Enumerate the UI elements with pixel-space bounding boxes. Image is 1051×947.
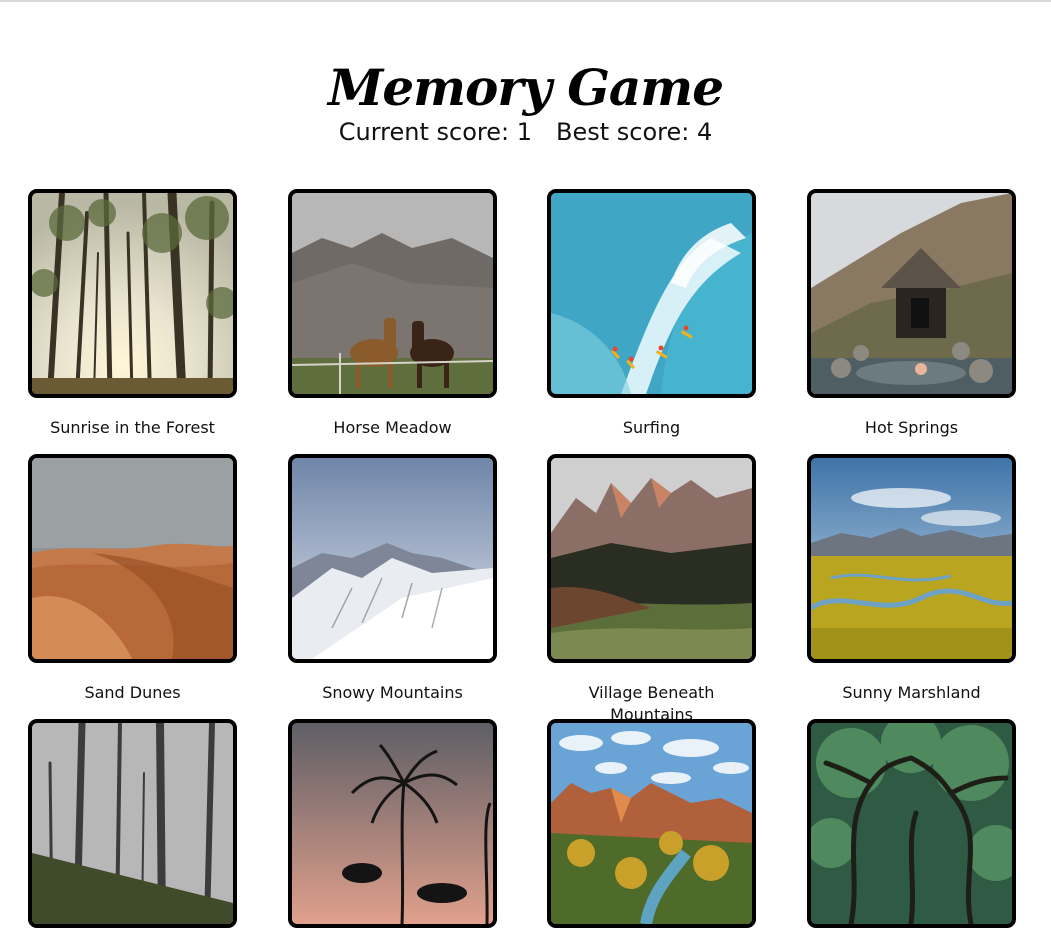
card-label: Sunrise in the Forest <box>50 418 215 437</box>
card-image-frame <box>807 189 1016 398</box>
card-tree-canopy[interactable] <box>807 719 1016 947</box>
forest-sunrise-image <box>32 193 233 394</box>
palm-sunset-image <box>292 723 493 924</box>
card-image-frame <box>288 719 497 928</box>
village-mountains-image <box>551 458 752 659</box>
surfing-image <box>551 193 752 394</box>
card-label: Sunny Marshland <box>842 683 981 702</box>
card-image-frame <box>547 719 756 928</box>
sand-dunes-image <box>32 458 233 659</box>
top-divider <box>0 0 1051 2</box>
card-image-frame <box>547 189 756 398</box>
card-image-frame <box>547 454 756 663</box>
card-image-frame <box>28 189 237 398</box>
card-sunny-marshland[interactable]: Sunny Marshland <box>807 454 1016 704</box>
current-score: Current score: 1 <box>338 118 532 146</box>
tree-canopy-image <box>811 723 1012 924</box>
card-surfing[interactable]: Surfing <box>547 189 756 439</box>
card-image-frame <box>807 454 1016 663</box>
card-sand-dunes[interactable]: Sand Dunes <box>28 454 237 704</box>
card-image-frame <box>288 189 497 398</box>
marshland-image <box>811 458 1012 659</box>
card-image-frame <box>28 454 237 663</box>
card-label: Surfing <box>622 418 681 437</box>
card-image-frame <box>288 454 497 663</box>
card-label: Sand Dunes <box>84 683 181 702</box>
card-misty-forest[interactable] <box>28 719 237 947</box>
card-village-mountains[interactable]: Village Beneath Mountains <box>547 454 756 726</box>
horse-meadow-image <box>292 193 493 394</box>
card-label: Hot Springs <box>864 418 959 437</box>
scoreboard: Current score: 1 Best score: 4 <box>0 114 1051 150</box>
card-label: Horse Meadow <box>333 418 452 437</box>
misty-forest-image <box>32 723 233 924</box>
card-sunrise-forest[interactable]: Sunrise in the Forest <box>28 189 237 439</box>
card-horse-meadow[interactable]: Horse Meadow <box>288 189 497 439</box>
card-palm-sunset[interactable] <box>288 719 497 947</box>
card-canyon-river[interactable] <box>547 719 756 947</box>
card-label: Snowy Mountains <box>322 683 463 702</box>
card-hot-springs[interactable]: Hot Springs <box>807 189 1016 439</box>
snowy-mountains-image <box>292 458 493 659</box>
card-image-frame <box>28 719 237 928</box>
best-score: Best score: 4 <box>556 118 713 146</box>
card-snowy-mountains[interactable]: Snowy Mountains <box>288 454 497 704</box>
page-title: Memory Game <box>327 57 724 117</box>
card-image-frame <box>807 719 1016 928</box>
canyon-river-image <box>551 723 752 924</box>
hot-springs-image <box>811 193 1012 394</box>
